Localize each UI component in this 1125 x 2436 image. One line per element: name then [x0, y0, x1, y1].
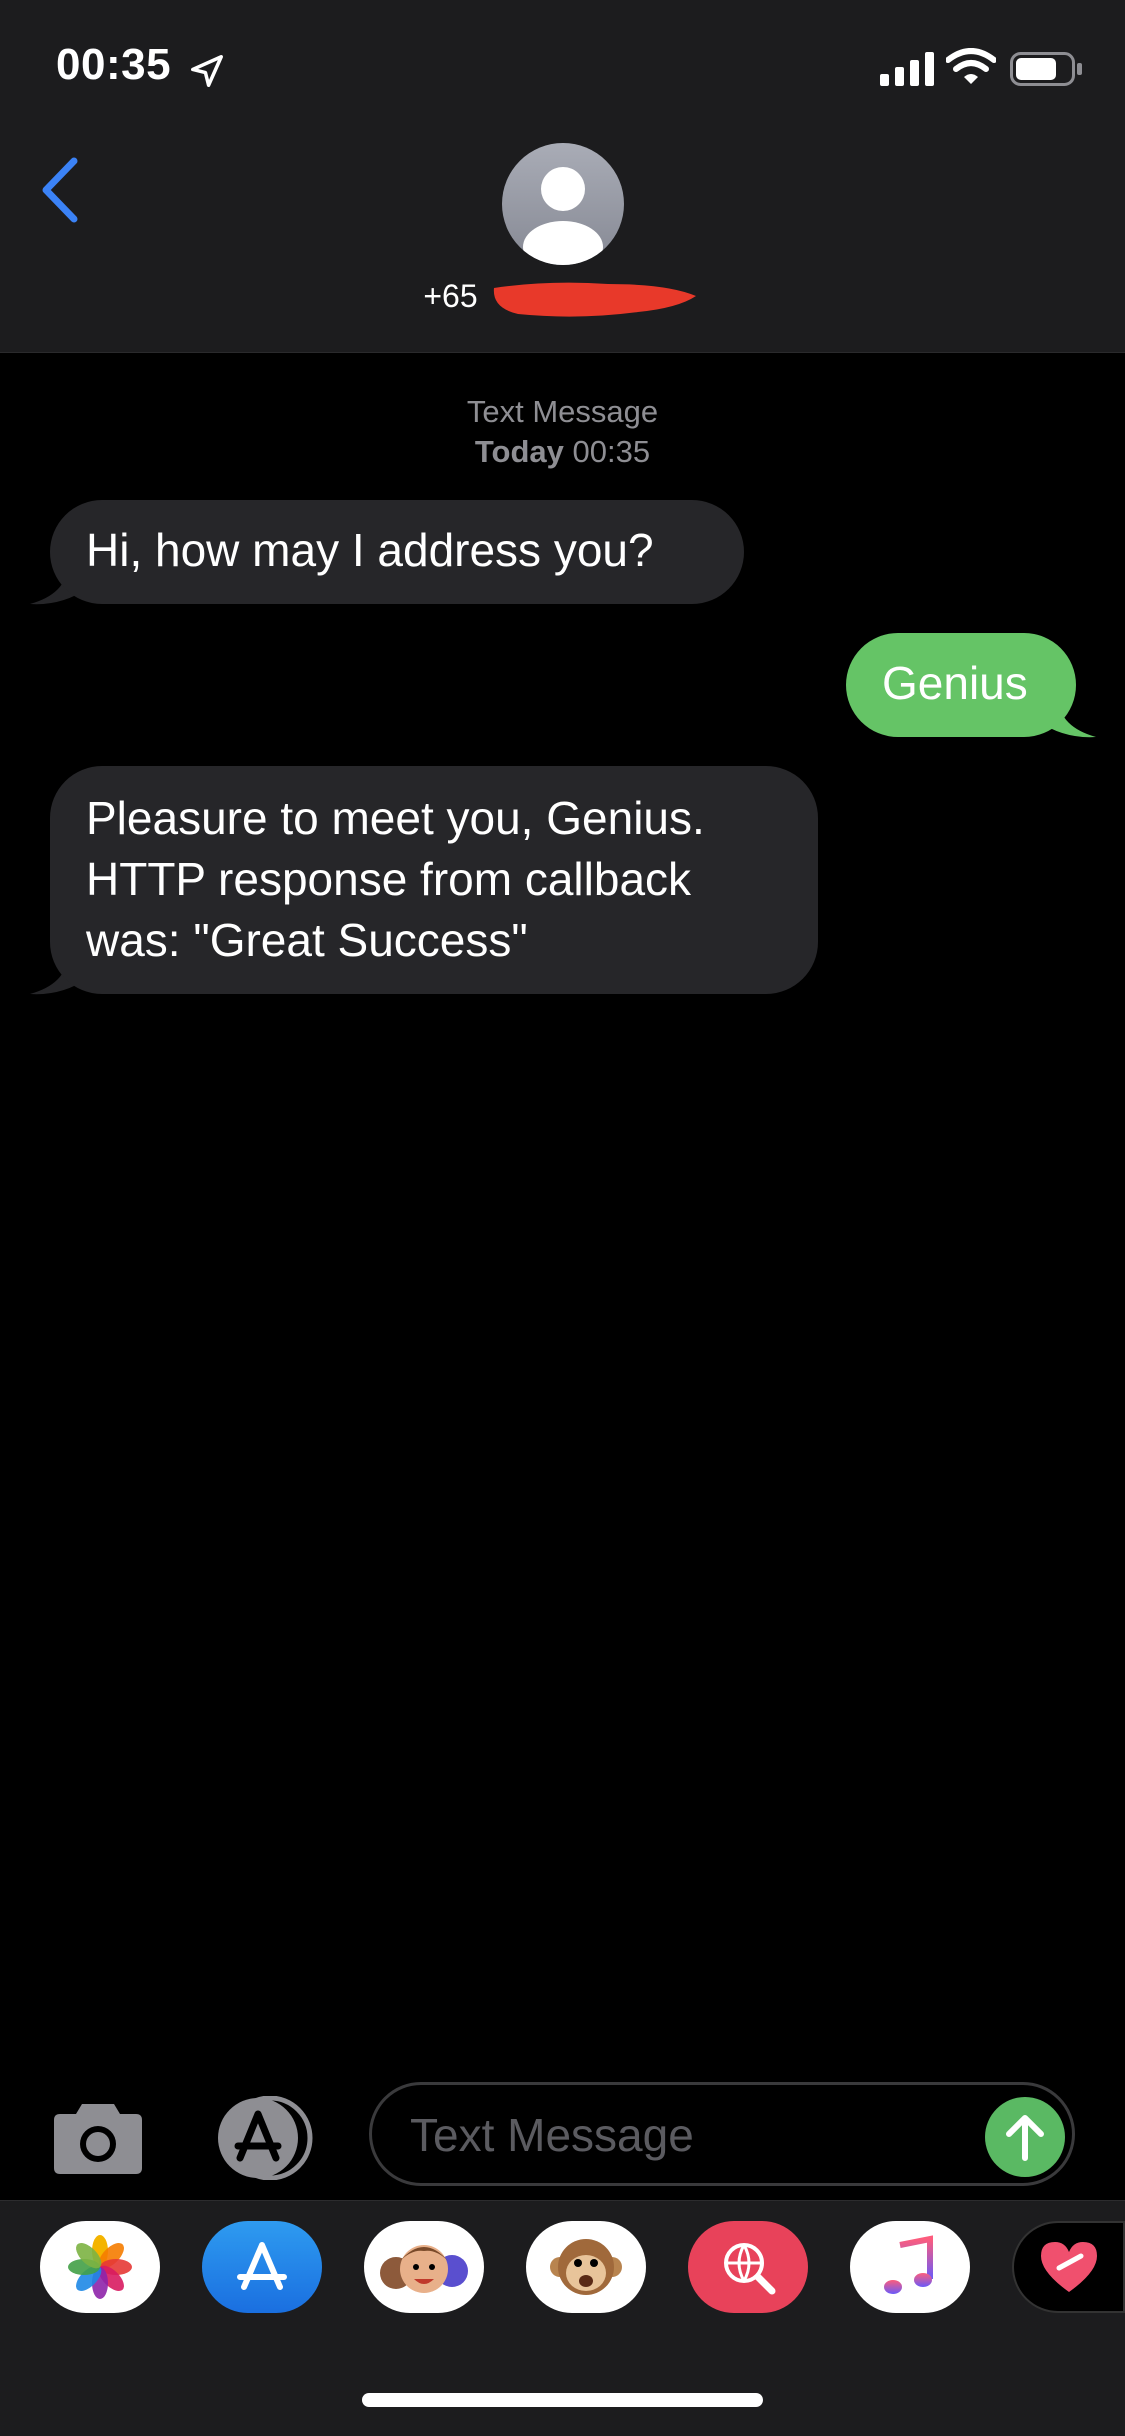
globe-search-icon	[724, 2243, 776, 2295]
status-time: 00:35	[56, 40, 172, 89]
back-button[interactable]	[30, 150, 90, 230]
location-arrow-icon	[191, 55, 223, 87]
messages-screen: 00:35 +65 Text Message Today 00:35 Hi, h…	[0, 0, 1125, 2436]
monkey-icon	[550, 2239, 622, 2295]
message-field[interactable]	[369, 2082, 1075, 2186]
message-bubble-outgoing[interactable]: Genius	[846, 633, 1076, 737]
memoji-icon	[380, 2245, 468, 2293]
conversation-header: 00:35 +65	[0, 0, 1125, 353]
timestamp-row: Today 00:35	[0, 432, 1125, 472]
message-metadata: Text Message Today 00:35	[0, 392, 1125, 472]
message-input[interactable]	[408, 2099, 972, 2171]
home-indicator[interactable]	[362, 2393, 763, 2407]
arrow-up-icon	[1006, 2115, 1044, 2161]
app-music[interactable]	[850, 2221, 970, 2313]
message-bubble-incoming[interactable]: Hi, how may I address you?	[50, 500, 744, 604]
app-search[interactable]	[688, 2221, 808, 2313]
app-memoji[interactable]	[364, 2221, 484, 2313]
contact-avatar[interactable]	[502, 143, 624, 265]
heart-icon	[1040, 2242, 1097, 2292]
service-label: Text Message	[466, 394, 659, 429]
app-animoji[interactable]	[526, 2221, 646, 2313]
camera-button[interactable]	[50, 2100, 146, 2176]
wifi-icon	[946, 48, 996, 84]
app-digital-touch[interactable]	[1012, 2221, 1125, 2313]
app-store-icon	[218, 2095, 313, 2181]
cellular-signal-icon	[880, 52, 934, 86]
photos-icon	[68, 2235, 132, 2299]
apps-button[interactable]	[210, 2095, 320, 2181]
message-composer	[0, 2072, 1125, 2202]
app-store-icon	[237, 2242, 287, 2290]
music-note-icon	[884, 2235, 933, 2294]
time-label: 00:35	[572, 434, 651, 469]
date-label: Today	[474, 434, 564, 469]
send-button[interactable]	[985, 2097, 1065, 2177]
camera-icon	[54, 2104, 142, 2174]
contact-prefix: +65	[423, 278, 478, 314]
chevron-left-icon	[42, 157, 78, 223]
redaction-mark	[493, 282, 696, 317]
person-silhouette-icon	[523, 167, 603, 265]
app-photos[interactable]	[40, 2221, 160, 2313]
message-bubble-incoming[interactable]: Pleasure to meet you, Genius. HTTP respo…	[50, 766, 818, 994]
app-store[interactable]	[202, 2221, 322, 2313]
battery-icon	[1010, 52, 1082, 86]
